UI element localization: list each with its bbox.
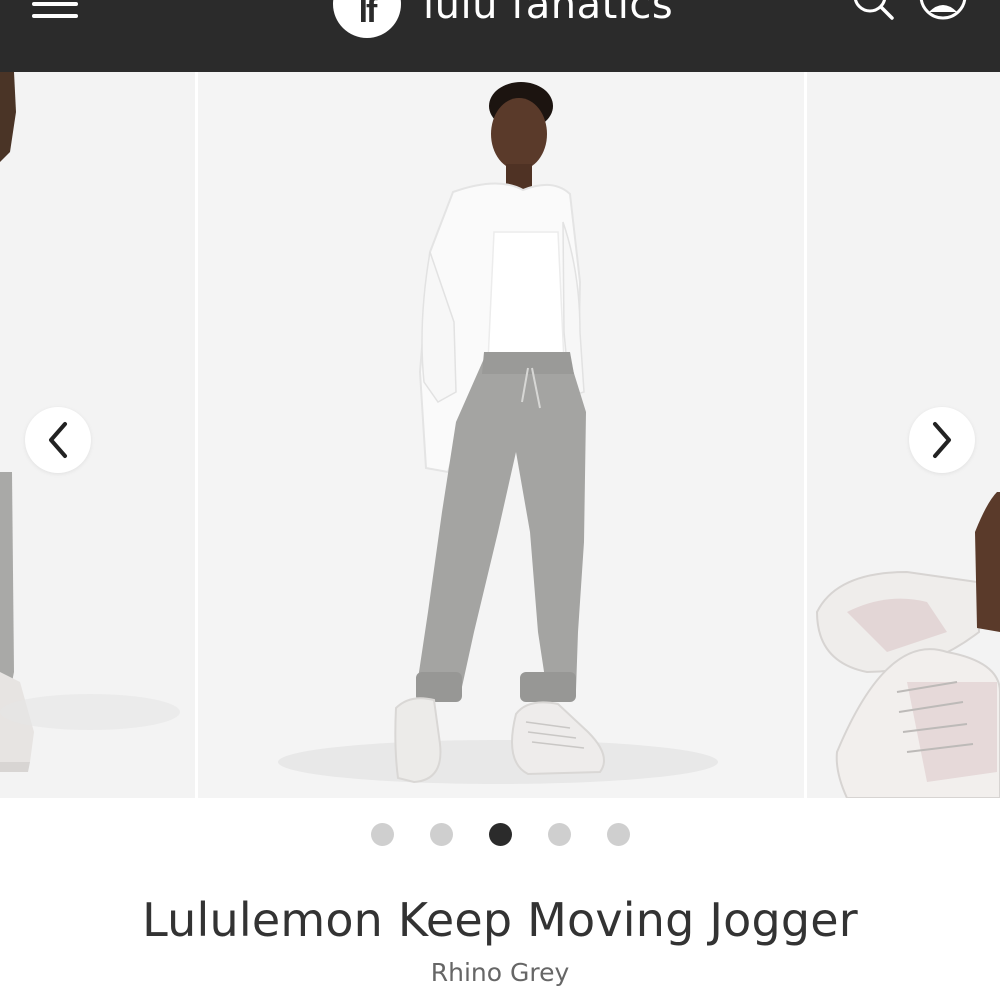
user-account-icon[interactable]	[916, 0, 970, 30]
pagination-dot-4[interactable]	[547, 823, 571, 846]
logo-text: lf	[358, 0, 378, 30]
product-image-carousel[interactable]	[0, 72, 1000, 798]
pagination-dot-2[interactable]	[429, 823, 453, 846]
chevron-right-icon	[933, 422, 951, 458]
model-photo	[278, 82, 718, 784]
top-nav-bar: lf lulu fanatics	[0, 0, 1000, 72]
carousel-next-button[interactable]	[909, 407, 975, 473]
brand-name: lulu fanatics	[423, 0, 674, 28]
product-title: Lululemon Keep Moving Jogger	[142, 893, 858, 947]
search-icon[interactable]	[848, 0, 898, 26]
carousel-pagination	[0, 823, 1000, 847]
pagination-dot-5[interactable]	[606, 823, 630, 846]
carousel-slide-active[interactable]	[198, 72, 804, 798]
brand-logo[interactable]: lf lulu fanatics	[333, 0, 673, 38]
pagination-dot-1[interactable]	[370, 823, 394, 846]
carousel-prev-button[interactable]	[25, 407, 91, 473]
pagination-dot-3-active[interactable]	[488, 823, 512, 846]
logo-badge: lf	[333, 0, 401, 38]
hamburger-menu-icon[interactable]	[32, 0, 80, 24]
product-color: Rhino Grey	[430, 958, 570, 987]
chevron-left-icon	[49, 422, 67, 458]
